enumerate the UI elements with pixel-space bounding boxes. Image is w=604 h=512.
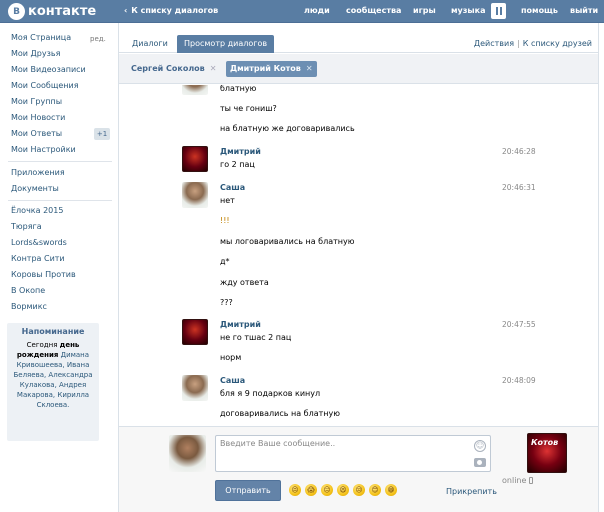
emoji-icon[interactable]: 😑 <box>321 484 333 496</box>
sidebar-item-app[interactable]: Коровы Против <box>11 268 76 282</box>
sidebar-item-app[interactable]: Ёлочка 2015 <box>11 204 63 218</box>
sidebar-item-settings[interactable]: Мои Настройки <box>11 143 76 157</box>
smile-icon[interactable]: ☺ <box>474 440 486 452</box>
sidebar-item-documents[interactable]: Документы <box>11 182 59 196</box>
camera-icon[interactable] <box>474 458 486 467</box>
main-panel: Диалоги Просмотр диалогов Действия | К спи… <box>118 23 599 512</box>
message-input[interactable] <box>220 439 470 469</box>
sidebar-item-videos[interactable]: Мои Видеозаписи <box>11 63 86 77</box>
emoji-icon[interactable]: 😣 <box>289 484 301 496</box>
sidebar-item-app[interactable]: Тюряга <box>11 220 42 234</box>
send-button[interactable]: Отправить <box>215 480 281 501</box>
message-text: !!! <box>220 216 230 225</box>
chevron-left-icon: ‹ <box>124 6 128 15</box>
mobile-icon <box>529 477 534 484</box>
message-text: ты че гониш? <box>220 104 277 113</box>
sidebar-item-groups[interactable]: Мои Группы <box>11 95 62 109</box>
message-text: договаривались на блатную <box>220 409 340 418</box>
sender-avatar[interactable] <box>182 85 208 95</box>
sidebar-item-app[interactable]: Контра Сити <box>11 252 65 266</box>
conversation-tab-active[interactable]: Дмитрий Котов ✕ <box>226 61 317 77</box>
close-icon[interactable]: ✕ <box>210 64 217 73</box>
left-sidebar: Моя Страница ред. Мои Друзья Мои Видеоза… <box>0 23 118 512</box>
message-text: бля я 9 подарков кинул <box>220 389 321 398</box>
answers-count-badge[interactable]: +1 <box>94 128 110 140</box>
sidebar-divider <box>8 200 112 201</box>
nav-logout[interactable]: выйти <box>570 6 598 15</box>
nav-people[interactable]: люди <box>304 6 330 15</box>
peer-avatar[interactable]: Котов <box>527 433 567 473</box>
message-composer: ☺ Отправить 😣 😱 😑 😫 😒 😊 😁 Прикрепить Кот… <box>119 426 598 512</box>
message-time: 20:47:55 <box>502 320 536 329</box>
message-text: блатную <box>220 85 257 93</box>
sender-avatar[interactable] <box>182 319 208 345</box>
peer-online-status: online <box>502 476 534 485</box>
birthday-names[interactable]: Димана Кривошеева, Ивана Беляева, Алекса… <box>13 351 92 409</box>
vk-logo-icon: В <box>8 3 25 20</box>
conversation-tab[interactable]: Сергей Соколов ✕ <box>127 61 220 77</box>
my-avatar[interactable] <box>169 435 206 472</box>
sidebar-item-answers[interactable]: Мои Ответы <box>11 127 62 141</box>
sidebar-item-friends[interactable]: Мои Друзья <box>11 47 60 61</box>
tabs-row: Диалоги Просмотр диалогов Действия | К спи… <box>119 23 598 53</box>
edit-menu-link[interactable]: ред. <box>90 35 106 43</box>
message-history: блатную ты че гониш? на блатную же догов… <box>119 85 598 425</box>
sidebar-item-messages[interactable]: Мои Сообщения <box>11 79 79 93</box>
sender-avatar[interactable] <box>182 182 208 208</box>
back-to-dialogs-link[interactable]: ‹ К списку диалогов <box>124 6 218 15</box>
message-sender[interactable]: Саша <box>220 376 245 385</box>
message-text: на блатную же договаривались <box>220 124 355 133</box>
message-text: жду ответа <box>220 278 269 287</box>
message-text: д* <box>220 257 230 266</box>
message-sender[interactable]: Дмитрий <box>220 147 261 156</box>
nav-help[interactable]: помощь <box>521 6 558 15</box>
sidebar-item-app[interactable]: В Окопе <box>11 284 45 298</box>
sender-avatar[interactable] <box>182 375 208 401</box>
sidebar-item-my-page[interactable]: Моя Страница <box>11 31 71 45</box>
birthday-reminder: Напоминание Сегодня день рождения Димана… <box>7 323 99 441</box>
logo-text: контакте <box>28 4 97 19</box>
message-text: не го тшас 2 пац <box>220 333 292 342</box>
message-time: 20:46:28 <box>502 147 536 156</box>
emoji-icon[interactable]: 😊 <box>369 484 381 496</box>
avatar-signature: Котов <box>531 438 559 447</box>
nav-music[interactable]: музыка <box>451 6 485 15</box>
tab-view-dialogs[interactable]: Просмотр диалогов <box>177 35 275 53</box>
reminder-title: Напоминание <box>21 327 85 336</box>
message-text: нет <box>220 196 235 205</box>
pause-icon[interactable] <box>491 3 506 19</box>
message-text: го 2 пац <box>220 160 255 169</box>
sidebar-divider <box>8 161 112 162</box>
message-time: 20:46:31 <box>502 183 536 192</box>
message-sender[interactable]: Дмитрий <box>220 320 261 329</box>
emoji-icon[interactable]: 😱 <box>305 484 317 496</box>
nav-communities[interactable]: сообщества <box>346 6 401 15</box>
tab-dialogs[interactable]: Диалоги <box>125 35 175 53</box>
reminder-text: Сегодня день рождения Димана Кривошеева,… <box>13 341 93 409</box>
sidebar-item-news[interactable]: Мои Новости <box>11 111 65 125</box>
top-navigation-bar: В контакте ‹ К списку диалогов люди сообщ… <box>0 0 604 23</box>
sidebar-item-app[interactable]: Lords&swords <box>11 236 67 250</box>
message-time: 20:48:09 <box>502 376 536 385</box>
emoji-icon[interactable]: 😫 <box>337 484 349 496</box>
attach-link[interactable]: Прикрепить <box>446 487 497 496</box>
sidebar-item-app[interactable]: Вормикс <box>11 300 47 314</box>
to-friends-link[interactable]: К списку друзей <box>523 39 592 48</box>
message-text: норм <box>220 353 242 362</box>
message-sender[interactable]: Саша <box>220 183 245 192</box>
conversation-tabs: Сергей Соколов ✕ Дмитрий Котов ✕ <box>119 54 598 84</box>
actions-link[interactable]: Действия <box>474 39 514 48</box>
message-text: мы логоваривались на блатную <box>220 237 355 246</box>
vk-logo[interactable]: В контакте <box>8 2 96 21</box>
nav-games[interactable]: игры <box>413 6 436 15</box>
sidebar-item-apps[interactable]: Приложения <box>11 166 65 180</box>
emoji-icon[interactable]: 😁 <box>385 484 397 496</box>
divider: | <box>517 39 520 48</box>
close-icon[interactable]: ✕ <box>306 64 313 73</box>
sender-avatar[interactable] <box>182 146 208 172</box>
emoji-icon[interactable]: 😒 <box>353 484 365 496</box>
tab-actions-area: Действия | К списку друзей <box>474 39 592 48</box>
message-text: ??? <box>220 298 233 307</box>
message-input-box: ☺ <box>215 435 491 472</box>
